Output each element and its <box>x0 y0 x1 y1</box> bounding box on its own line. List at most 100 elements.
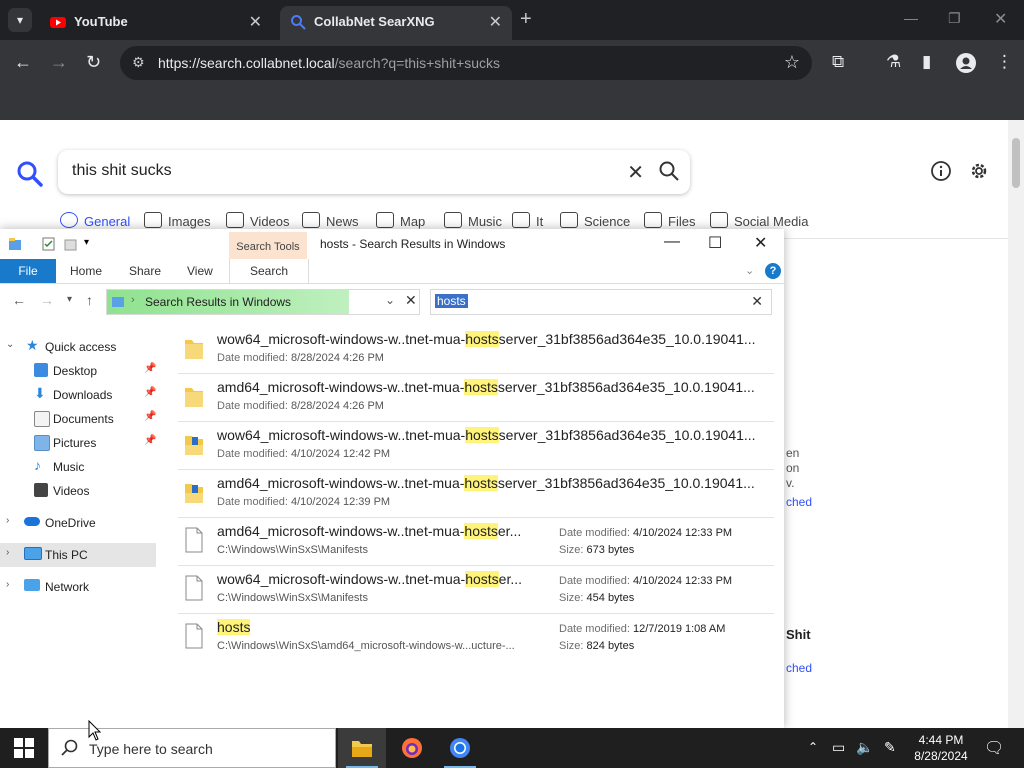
tab-science[interactable]: Science <box>560 212 630 229</box>
search-icon <box>60 212 78 228</box>
tab-file[interactable]: File <box>0 259 56 283</box>
name-highlight: hosts <box>464 475 498 491</box>
chrome-icon <box>450 738 470 758</box>
close-tab-icon[interactable]: ✕ <box>489 12 502 32</box>
result-item[interactable]: hosts C:\Windows\WinSxS\amd64_microsoft-… <box>178 613 774 661</box>
result-item[interactable]: amd64_microsoft-windows-w..tnet-mua-host… <box>178 373 774 422</box>
tab-videos[interactable]: Videos <box>226 212 290 229</box>
name-part: server_31bf3856ad364e35_10.0.19041... <box>497 475 755 491</box>
back-icon[interactable]: ← <box>12 292 26 308</box>
tab-files[interactable]: Files <box>644 212 695 229</box>
tab-images[interactable]: Images <box>144 212 211 229</box>
tab-it[interactable]: It <box>512 212 543 229</box>
result-item[interactable]: wow64_microsoft-windows-w..tnet-mua-host… <box>178 325 774 374</box>
labs-icon[interactable]: ⚗ <box>886 52 901 72</box>
properties-icon[interactable] <box>42 237 56 251</box>
back-icon[interactable]: ← <box>14 52 32 73</box>
side-panel-icon[interactable]: ▮ <box>922 52 931 72</box>
searxng-logo-icon[interactable] <box>16 160 44 188</box>
tab-label: Map <box>400 214 426 229</box>
stop-search-icon[interactable]: ✕ <box>405 292 417 309</box>
tab-view[interactable]: View <box>187 264 213 278</box>
scrollbar-thumb[interactable] <box>1012 138 1020 188</box>
network-icon <box>24 579 40 591</box>
file-explorer-app[interactable] <box>338 728 386 768</box>
extensions-icon[interactable]: ⧉ <box>832 52 844 72</box>
name-highlight: hosts <box>217 619 251 635</box>
tab-home[interactable]: Home <box>70 264 102 278</box>
close-tab-icon[interactable]: ✕ <box>249 12 262 32</box>
firefox-app[interactable] <box>388 728 436 768</box>
network-status-icon[interactable]: ▭ <box>832 739 845 756</box>
tab-map[interactable]: Map <box>376 212 425 229</box>
explorer-search-input[interactable]: hosts ✕ <box>430 289 772 315</box>
tab-search-button[interactable]: ▾ <box>8 8 32 32</box>
collapsed-chevron-icon[interactable]: › <box>6 547 9 558</box>
pen-icon[interactable]: ✎ <box>884 739 896 756</box>
minimize-icon[interactable]: — <box>664 233 680 251</box>
forward-icon[interactable]: → <box>50 52 68 73</box>
tab-music[interactable]: Music <box>444 212 502 229</box>
collapsed-chevron-icon[interactable]: › <box>6 579 9 590</box>
windows-start-icon[interactable] <box>14 738 34 758</box>
forward-icon[interactable]: → <box>40 292 54 308</box>
profile-avatar-icon[interactable] <box>956 53 976 73</box>
result-item[interactable]: amd64_microsoft-windows-w..tnet-mua-host… <box>178 517 774 566</box>
page-scrollbar[interactable] <box>1008 120 1024 728</box>
site-info-icon[interactable]: ⚙ <box>132 54 145 71</box>
tab-news[interactable]: News <box>302 212 359 229</box>
cached-link[interactable]: ched <box>786 495 812 509</box>
name-part: server_31bf3856ad364e35_10.0.19041... <box>498 331 756 347</box>
system-clock[interactable]: 4:44 PM 8/28/2024 <box>910 732 972 764</box>
file-name: hosts <box>217 619 251 635</box>
bookmark-star-icon[interactable]: ☆ <box>784 52 800 73</box>
address-bar[interactable]: ⚙ https://search.collabnet.local/search?… <box>120 46 812 80</box>
collapse-ribbon-icon[interactable]: ⌄ <box>745 264 754 277</box>
address-dropdown-icon[interactable]: ⌄ <box>385 293 395 307</box>
collapsed-chevron-icon[interactable]: › <box>6 515 9 526</box>
folder-icon <box>352 741 372 757</box>
recent-locations-icon[interactable]: ▾ <box>67 294 72 305</box>
new-tab-button[interactable]: + <box>520 8 532 31</box>
file-name: wow64_microsoft-windows-w..tnet-mua-host… <box>217 427 756 443</box>
show-hidden-icons-icon[interactable]: ⌃ <box>808 740 818 754</box>
customize-toolbar-icon[interactable]: ▾ <box>84 237 89 248</box>
new-folder-icon[interactable] <box>64 237 78 251</box>
explorer-app-icon <box>9 238 21 250</box>
search-input[interactable]: this shit sucks ✕ <box>58 150 690 194</box>
result-title[interactable]: Shit <box>786 627 811 642</box>
help-icon[interactable]: ? <box>765 263 781 279</box>
tab-social-media[interactable]: Social Media <box>710 212 808 229</box>
tab-search[interactable]: Search <box>229 259 309 283</box>
expanded-chevron-icon[interactable]: ⌄ <box>6 339 14 350</box>
file-explorer-window: ▾ Search Tools hosts - Search Results in… <box>0 229 784 728</box>
maximize-icon[interactable]: ☐ <box>708 233 722 253</box>
tab-general[interactable]: General <box>60 212 130 229</box>
result-item[interactable]: wow64_microsoft-windows-w..tnet-mua-host… <box>178 421 774 470</box>
name-part: server_31bf3856ad364e35_10.0.19041... <box>498 427 756 443</box>
restore-icon[interactable]: ❐ <box>948 10 961 27</box>
result-item[interactable]: amd64_microsoft-windows-w..tnet-mua-host… <box>178 469 774 518</box>
menu-icon[interactable]: ⋮ <box>996 52 1013 72</box>
reload-icon[interactable]: ↻ <box>86 52 101 73</box>
volume-muted-icon[interactable]: 🔈 <box>856 739 873 756</box>
settings-gear-icon[interactable] <box>968 160 990 182</box>
close-icon[interactable]: ✕ <box>754 233 767 253</box>
tab-searxng[interactable]: CollabNet SearXNG ✕ <box>280 6 512 40</box>
info-icon[interactable] <box>930 160 952 182</box>
cached-link[interactable]: ched <box>786 661 812 675</box>
clear-search-icon[interactable]: ✕ <box>751 293 763 310</box>
explorer-address-bar[interactable]: › Search Results in Windows ⌄ ✕ <box>106 289 420 315</box>
nav-label: OneDrive <box>45 516 96 530</box>
tab-share[interactable]: Share <box>129 264 161 278</box>
up-icon[interactable]: ↑ <box>86 292 93 308</box>
result-item[interactable]: wow64_microsoft-windows-w..tnet-mua-host… <box>178 565 774 614</box>
notifications-icon[interactable]: 🗨 <box>984 738 1004 758</box>
tab-youtube[interactable]: YouTube ✕ <box>40 6 272 40</box>
clear-search-icon[interactable]: ✕ <box>627 160 644 185</box>
search-icon[interactable] <box>658 160 680 182</box>
window-close-icon[interactable]: ✕ <box>994 9 1007 29</box>
minimize-icon[interactable]: — <box>904 10 918 26</box>
chrome-app[interactable] <box>436 728 484 768</box>
nav-this-pc[interactable]: › This PC <box>0 543 156 567</box>
